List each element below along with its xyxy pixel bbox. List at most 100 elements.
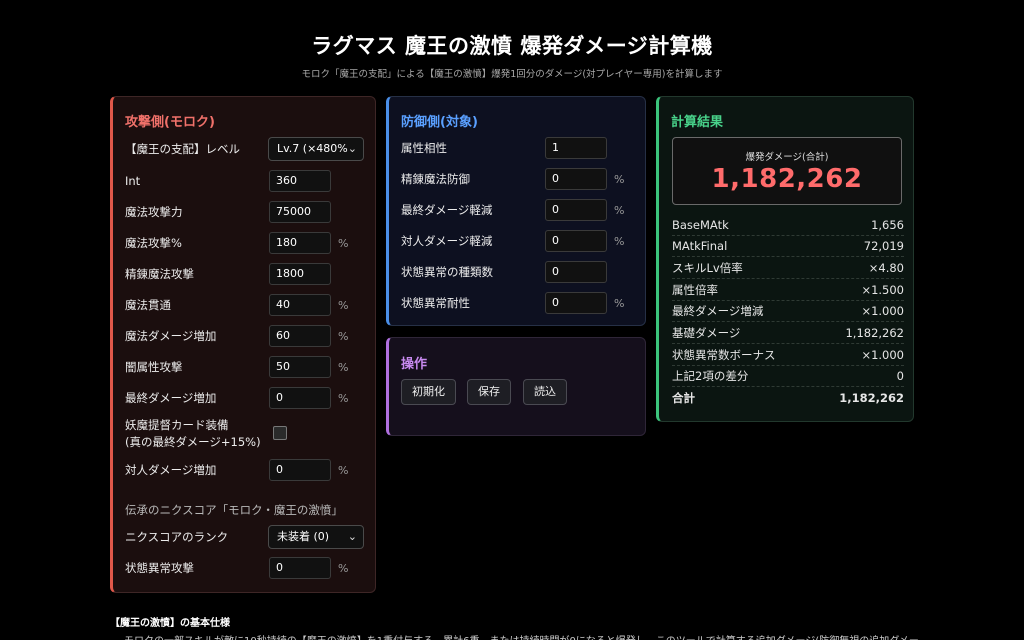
chevron-down-icon: ⌄ bbox=[347, 530, 357, 543]
result-row-value: 1,182,262 bbox=[839, 391, 904, 405]
dark-atk-unit: % bbox=[338, 361, 349, 374]
rank-select-value: 未装着 (0) bbox=[277, 530, 330, 543]
pvp-reduce-label: 対人ダメージ軽減 bbox=[401, 234, 493, 248]
int-input[interactable]: 360 bbox=[269, 170, 331, 192]
card-label-line1: 妖魔提督カード装備 bbox=[125, 418, 229, 432]
refine-mdef-unit: % bbox=[614, 173, 625, 186]
reset-button[interactable]: 初期化 bbox=[401, 379, 456, 405]
pvp-reduce-unit: % bbox=[614, 235, 625, 248]
rank-select[interactable]: 未装着 (0) ⌄ bbox=[268, 525, 364, 549]
result-row: スキルLv倍率 ×4.80 bbox=[672, 258, 904, 279]
status-atk-input[interactable]: 0 bbox=[269, 557, 331, 579]
status-atk-unit: % bbox=[338, 562, 349, 575]
final-dmg-label: 最終ダメージ増加 bbox=[125, 391, 217, 405]
level-label: 【魔王の支配】レベル bbox=[125, 142, 240, 156]
status-resist-label: 状態異常耐性 bbox=[401, 296, 470, 310]
result-heading: 計算結果 bbox=[671, 115, 724, 130]
ops-heading: 操作 bbox=[401, 357, 428, 372]
mpen-label: 魔法貫通 bbox=[125, 298, 171, 312]
final-reduce-unit: % bbox=[614, 204, 625, 217]
result-row-value: 1,182,262 bbox=[845, 326, 904, 340]
status-count-input[interactable]: 0 bbox=[545, 261, 607, 283]
matk-percent-unit: % bbox=[338, 237, 349, 250]
matk-percent-label: 魔法攻撃% bbox=[125, 236, 182, 250]
result-row: MAtkFinal 72,019 bbox=[672, 236, 904, 257]
result-row-value: 72,019 bbox=[863, 239, 904, 253]
result-row: 最終ダメージ増減 ×1.000 bbox=[672, 301, 904, 322]
load-button[interactable]: 読込 bbox=[523, 379, 567, 405]
matk-percent-input[interactable]: 180 bbox=[269, 232, 331, 254]
result-row-label: スキルLv倍率 bbox=[672, 261, 743, 275]
matk-label: 魔法攻撃力 bbox=[125, 205, 183, 219]
pvp-dmg-unit: % bbox=[338, 464, 349, 477]
int-label: Int bbox=[125, 174, 141, 188]
result-row-label: 最終ダメージ増減 bbox=[672, 304, 764, 318]
page-subtitle: モロク「魔王の支配」による【魔王の激憤】爆発1回分のダメージ(対プレイヤー専用)… bbox=[301, 69, 723, 80]
result-row-value: ×1.000 bbox=[861, 304, 904, 318]
refine-matk-input[interactable]: 1800 bbox=[269, 263, 331, 285]
level-row: 【魔王の支配】レベル bbox=[125, 137, 240, 161]
result-row: BaseMAtk 1,656 bbox=[672, 215, 904, 236]
rank-label: ニクスコアのランク bbox=[125, 530, 229, 544]
result-row-total: 合計 1,182,262 bbox=[672, 388, 904, 409]
result-row: 状態異常数ボーナス ×1.000 bbox=[672, 345, 904, 366]
status-count-label: 状態異常の種類数 bbox=[401, 265, 493, 279]
element-label: 属性相性 bbox=[401, 141, 447, 155]
final-reduce-label: 最終ダメージ軽減 bbox=[401, 203, 493, 217]
card-label: 妖魔提督カード装備 (真の最終ダメージ+15%) bbox=[125, 417, 261, 451]
result-row-label: 状態異常数ボーナス bbox=[672, 348, 776, 362]
mpen-input[interactable]: 40 bbox=[269, 294, 331, 316]
result-row-label: MAtkFinal bbox=[672, 239, 728, 253]
mdmg-label: 魔法ダメージ増加 bbox=[125, 329, 217, 343]
total-damage-value: 1,182,262 bbox=[711, 164, 863, 194]
result-row-label: 属性倍率 bbox=[672, 283, 718, 297]
dark-atk-label: 闇属性攻撃 bbox=[125, 360, 183, 374]
mdmg-input[interactable]: 60 bbox=[269, 325, 331, 347]
mpen-unit: % bbox=[338, 299, 349, 312]
final-reduce-input[interactable]: 0 bbox=[545, 199, 607, 221]
defense-panel: 防御側(対象) 属性相性 1 精錬魔法防御 0 % 最終ダメージ軽減 0 % 対… bbox=[386, 96, 646, 326]
status-resist-input[interactable]: 0 bbox=[545, 292, 607, 314]
result-row-label: 合計 bbox=[672, 391, 695, 405]
result-row: 基礎ダメージ 1,182,262 bbox=[672, 323, 904, 344]
result-row-value: 0 bbox=[896, 369, 904, 383]
attack-panel: 攻撃側(モロク) 【魔王の支配】レベル Lv.7 (×480% ⌄ Int 36… bbox=[110, 96, 376, 593]
card-label-line2: (真の最終ダメージ+15%) bbox=[125, 435, 261, 449]
result-row-value: ×4.80 bbox=[868, 261, 904, 275]
result-row-value: 1,656 bbox=[871, 218, 904, 232]
page-title: ラグマス 魔王の激憤 爆発ダメージ計算機 bbox=[311, 34, 713, 58]
result-row-value: ×1.500 bbox=[861, 283, 904, 297]
result-panel: 計算結果 爆発ダメージ(合計) 1,182,262 BaseMAtk 1,656 … bbox=[656, 96, 914, 422]
level-select[interactable]: Lv.7 (×480% ⌄ bbox=[268, 137, 364, 161]
pvp-dmg-input[interactable]: 0 bbox=[269, 459, 331, 481]
ops-panel: 操作 初期化 保存 読込 bbox=[386, 337, 646, 436]
result-row-label: BaseMAtk bbox=[672, 218, 729, 232]
result-row-label: 基礎ダメージ bbox=[672, 326, 741, 340]
mdmg-unit: % bbox=[338, 330, 349, 343]
attack-heading: 攻撃側(モロク) bbox=[125, 115, 215, 130]
dark-atk-input[interactable]: 50 bbox=[269, 356, 331, 378]
nyx-core-title: 伝承のニクスコア「モロク・魔王の激憤」 bbox=[125, 503, 343, 517]
matk-input[interactable]: 75000 bbox=[269, 201, 331, 223]
spec-heading: 【魔王の激憤】の基本仕様 bbox=[110, 618, 230, 629]
result-row-label: 上記2項の差分 bbox=[672, 369, 749, 383]
result-row: 属性倍率 ×1.500 bbox=[672, 280, 904, 301]
refine-matk-label: 精錬魔法攻撃 bbox=[125, 267, 194, 281]
status-resist-unit: % bbox=[614, 297, 625, 310]
pvp-dmg-label: 対人ダメージ増加 bbox=[125, 463, 217, 477]
spec-text: モロクの一部スキルが敵に10秒持続の【魔王の激憤】を1重付与する。累計6重、また… bbox=[124, 632, 1024, 640]
defense-heading: 防御側(対象) bbox=[401, 115, 478, 130]
chevron-down-icon: ⌄ bbox=[347, 142, 357, 155]
total-damage-label: 爆発ダメージ(合計) bbox=[745, 152, 829, 163]
element-input[interactable]: 1 bbox=[545, 137, 607, 159]
result-row: 上記2項の差分 0 bbox=[672, 366, 904, 387]
refine-mdef-label: 精錬魔法防御 bbox=[401, 172, 470, 186]
final-dmg-input[interactable]: 0 bbox=[269, 387, 331, 409]
save-button[interactable]: 保存 bbox=[467, 379, 511, 405]
level-select-value: Lv.7 (×480% bbox=[277, 142, 348, 155]
pvp-reduce-input[interactable]: 0 bbox=[545, 230, 607, 252]
result-row-value: ×1.000 bbox=[861, 348, 904, 362]
card-checkbox[interactable] bbox=[273, 426, 287, 440]
status-atk-label: 状態異常攻撃 bbox=[125, 561, 194, 575]
refine-mdef-input[interactable]: 0 bbox=[545, 168, 607, 190]
